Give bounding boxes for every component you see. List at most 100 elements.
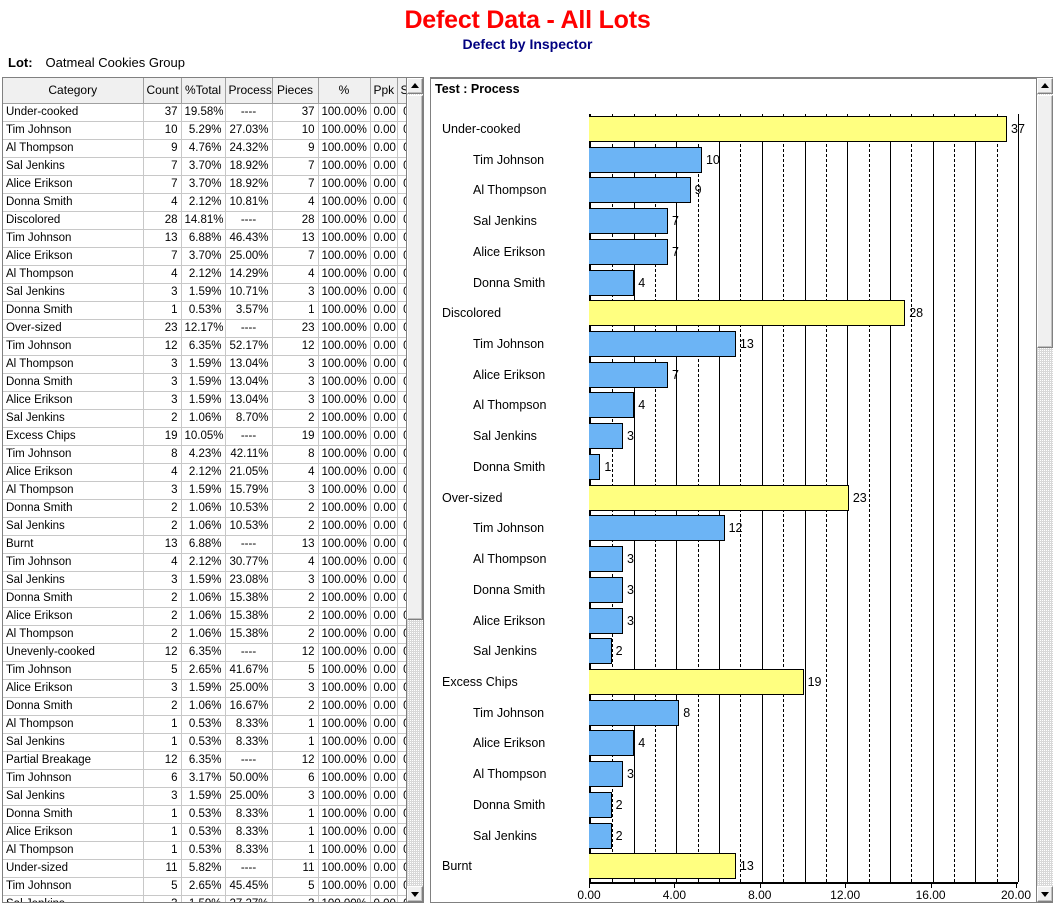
bar[interactable] xyxy=(589,853,736,880)
bar-category-label: Discolored xyxy=(442,306,502,321)
bar[interactable] xyxy=(589,791,612,818)
table-scroll-down-button[interactable] xyxy=(407,886,423,902)
bar[interactable] xyxy=(589,484,849,511)
table-row[interactable]: Al Thompson42.12%14.29%4100.00%0.000.00 xyxy=(3,265,423,284)
table-column-header[interactable]: Pieces xyxy=(272,78,319,104)
bar[interactable] xyxy=(589,822,612,849)
table-row[interactable]: Sal Jenkins31.59%27.27%3100.00%0.000.00 xyxy=(3,895,423,902)
table-cell: 100.00% xyxy=(318,805,371,824)
bar-row: Donna Smith 1 xyxy=(431,452,1037,483)
table-cell: 7 xyxy=(143,157,182,176)
table-row[interactable]: Tim Johnson52.65%41.67%5100.00%0.000.00 xyxy=(3,661,423,680)
table-cell: 1 xyxy=(143,841,182,860)
bar[interactable] xyxy=(589,515,725,542)
table-column-header[interactable]: Process xyxy=(225,78,273,104)
table-row[interactable]: Under-cooked3719.58%----37100.00%0.000.0… xyxy=(3,103,423,122)
table-column-header[interactable]: Ppk xyxy=(370,78,398,104)
bar[interactable] xyxy=(589,453,601,480)
table-cell: 1.59% xyxy=(181,373,226,392)
table-row[interactable]: Sal Jenkins10.53%8.33%1100.00%0.000.00 xyxy=(3,733,423,752)
table-row[interactable]: Donna Smith21.06%10.53%2100.00%0.000.00 xyxy=(3,499,423,518)
table-column-header[interactable]: %Total xyxy=(181,78,226,104)
table-row[interactable]: Alice Erikson21.06%15.38%2100.00%0.000.0… xyxy=(3,607,423,626)
table-cell: 10.05% xyxy=(181,427,226,446)
table-cell: 11 xyxy=(143,859,182,878)
bar[interactable] xyxy=(589,761,623,788)
bar[interactable] xyxy=(589,607,623,634)
table-row[interactable]: Al Thompson94.76%24.32%9100.00%0.000.00 xyxy=(3,139,423,158)
table-row[interactable]: Donna Smith42.12%10.81%4100.00%0.000.00 xyxy=(3,193,423,212)
table-row[interactable]: Sal Jenkins73.70%18.92%7100.00%0.000.00 xyxy=(3,157,423,176)
table-row[interactable]: Sal Jenkins21.06%8.70%2100.00%0.000.00 xyxy=(3,409,423,428)
bar[interactable] xyxy=(589,269,635,296)
table-cell: Unevenly-cooked xyxy=(3,643,144,662)
bar[interactable] xyxy=(589,576,623,603)
table-row[interactable]: Alice Erikson73.70%25.00%7100.00%0.000.0… xyxy=(3,247,423,266)
table-row[interactable]: Tim Johnson63.17%50.00%6100.00%0.000.00 xyxy=(3,769,423,788)
table-row[interactable]: Al Thompson31.59%15.79%3100.00%0.000.00 xyxy=(3,481,423,500)
table-cell: 3 xyxy=(143,679,182,698)
table-row[interactable]: Under-sized115.82%----11100.00%0.000.00 xyxy=(3,859,423,878)
defect-data-window: Defect Data - All Lots Defect by Inspect… xyxy=(0,0,1055,905)
bar[interactable] xyxy=(589,392,635,419)
table-vertical-scrollbar[interactable] xyxy=(406,78,423,902)
bar[interactable] xyxy=(589,423,623,450)
table-row[interactable]: Donna Smith10.53%8.33%1100.00%0.000.00 xyxy=(3,805,423,824)
bar[interactable] xyxy=(589,699,680,726)
chart-scroll-down-button[interactable] xyxy=(1037,886,1053,902)
table-row[interactable]: Unevenly-cooked126.35%----12100.00%0.000… xyxy=(3,643,423,662)
table-scroll-up-button[interactable] xyxy=(407,78,423,94)
table-row[interactable]: Tim Johnson126.35%52.17%12100.00%0.000.0… xyxy=(3,337,423,356)
table-column-header[interactable]: % xyxy=(318,78,371,104)
bar[interactable] xyxy=(589,238,668,265)
table-row[interactable]: Al Thompson10.53%8.33%1100.00%0.000.00 xyxy=(3,715,423,734)
table-row[interactable]: Partial Breakage 12 6.35% ---- 12 100.00% 0.00… xyxy=(3,751,423,770)
bar[interactable] xyxy=(589,208,668,235)
table-row[interactable]: Alice Erikson73.70%18.92%7100.00%0.000.0… xyxy=(3,175,423,194)
table-row[interactable]: Tim Johnson52.65%45.45%5100.00%0.000.00 xyxy=(3,877,423,896)
table-column-header[interactable]: Count xyxy=(143,78,182,104)
table-row[interactable]: Alice Erikson42.12%21.05%4100.00%0.000.0… xyxy=(3,463,423,482)
table-row[interactable]: Sal Jenkins31.59%23.08%3100.00%0.000.00 xyxy=(3,571,423,590)
bar[interactable] xyxy=(589,177,691,204)
table-column-header[interactable]: Category xyxy=(3,78,144,104)
chart-vertical-scrollbar[interactable] xyxy=(1036,78,1053,902)
table-row[interactable]: Alice Erikson31.59%25.00%3100.00%0.000.0… xyxy=(3,679,423,698)
bar[interactable] xyxy=(589,146,702,173)
table-row[interactable]: Alice Erikson10.53%8.33%1100.00%0.000.00 xyxy=(3,823,423,842)
table-cell: 7 xyxy=(272,175,319,194)
table-row[interactable]: Sal Jenkins31.59%10.71%3100.00%0.000.00 xyxy=(3,283,423,302)
bar[interactable] xyxy=(589,116,1008,142)
table-row[interactable]: Tim Johnson84.23%42.11%8100.00%0.000.00 xyxy=(3,445,423,464)
table-row[interactable]: Excess Chips1910.05%----19100.00%0.000.0… xyxy=(3,427,423,446)
table-row[interactable]: Tim Johnson105.29%27.03%10100.00%0.000.0… xyxy=(3,121,423,140)
table-row[interactable]: Tim Johnson42.12%30.77%4100.00%0.000.00 xyxy=(3,553,423,572)
table-row[interactable]: Discolored2814.81%----28100.00%0.000.00 xyxy=(3,211,423,230)
bar[interactable] xyxy=(589,730,635,757)
table-row[interactable]: Donna Smith21.06%16.67%2100.00%0.000.00 xyxy=(3,697,423,716)
chart-scroll-up-button[interactable] xyxy=(1037,78,1053,94)
table-row[interactable]: Al Thompson10.53%8.33%1100.00%0.000.00 xyxy=(3,841,423,860)
chart-scroll-thumb[interactable] xyxy=(1037,95,1053,348)
bar[interactable] xyxy=(589,668,804,695)
bar[interactable] xyxy=(589,331,736,358)
bar[interactable] xyxy=(589,361,668,388)
bar[interactable] xyxy=(589,638,612,665)
table-row[interactable]: Al Thompson21.06%15.38%2100.00%0.000.00 xyxy=(3,625,423,644)
table-row[interactable]: Alice Erikson31.59%13.04%3100.00%0.000.0… xyxy=(3,391,423,410)
table-scroll-thumb[interactable] xyxy=(407,95,423,620)
table-row[interactable]: Donna Smith31.59%13.04%3100.00%0.000.00 xyxy=(3,373,423,392)
table-row[interactable]: Donna Smith21.06%15.38%2100.00%0.000.00 xyxy=(3,589,423,608)
table-row[interactable]: Over-sized2312.17%----23100.00%0.000.00 xyxy=(3,319,423,338)
table-row[interactable]: Tim Johnson136.88%46.43%13100.00%0.000.0… xyxy=(3,229,423,248)
table-cell: 0.00 xyxy=(370,715,398,734)
table-row[interactable]: Sal Jenkins21.06%10.53%2100.00%0.000.00 xyxy=(3,517,423,536)
bar-row: Tim Johnson 8 xyxy=(431,698,1037,729)
table-row[interactable]: Sal Jenkins31.59%25.00%3100.00%0.000.00 xyxy=(3,787,423,806)
bar-category-label: Alice Erikson xyxy=(473,613,546,628)
table-row[interactable]: Burnt136.88%----13100.00%0.000.00 xyxy=(3,535,423,554)
bar[interactable] xyxy=(589,546,623,573)
table-row[interactable]: Al Thompson31.59%13.04%3100.00%0.000.00 xyxy=(3,355,423,374)
table-row[interactable]: Donna Smith10.53%3.57%1100.00%0.000.00 xyxy=(3,301,423,320)
bar[interactable] xyxy=(589,300,906,327)
